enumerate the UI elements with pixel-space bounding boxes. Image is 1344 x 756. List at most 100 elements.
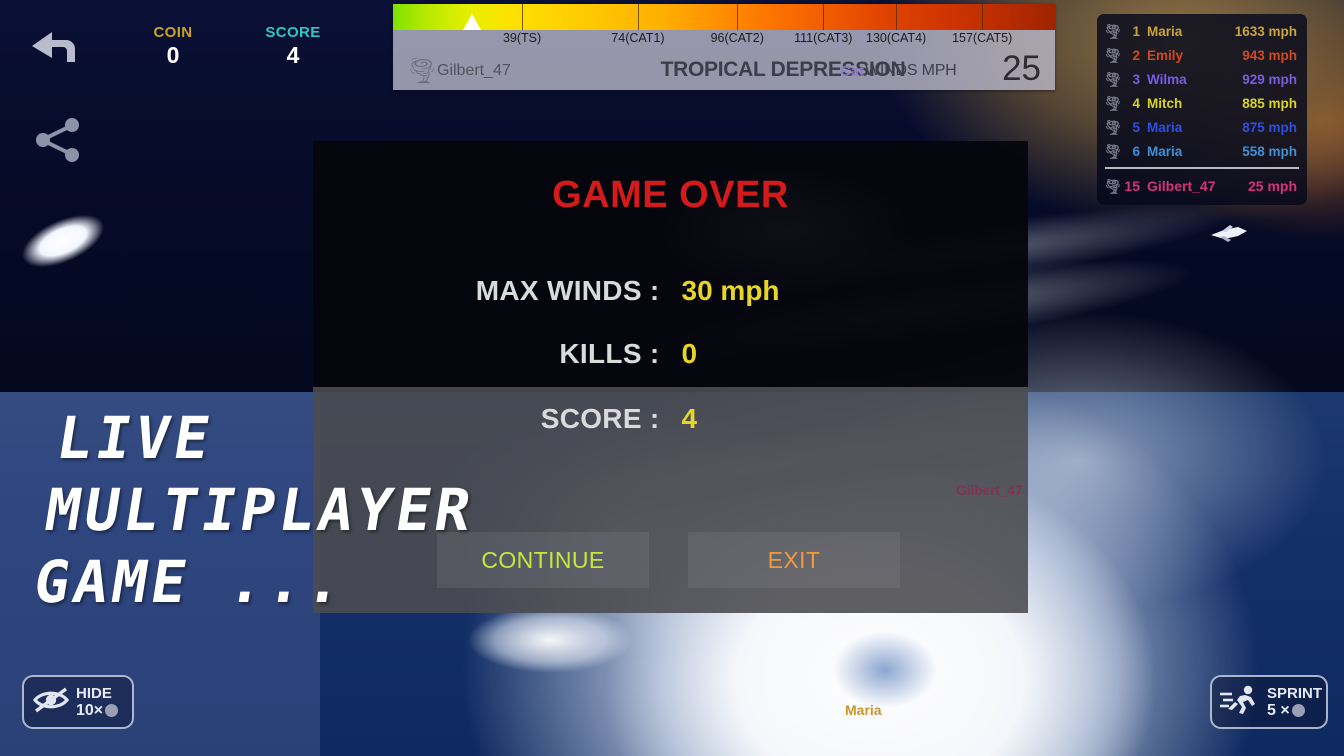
wind-gauge-footer: 🌪 Gilbert_47 TROPICAL DEPRESSION Cat WIN… [393, 49, 1055, 90]
max-winds-row: MAX WINDS : 30 mph [313, 275, 1028, 307]
hurricane-icon: 🌪 [1104, 119, 1122, 135]
wind-scale-tick-line [823, 4, 825, 30]
leaderboard-name: Wilma [1147, 71, 1187, 87]
wind-scale-tick-line [522, 4, 524, 30]
leaderboard-row: 🌪 5 Maria 875 mph [1097, 115, 1307, 139]
wind-marker-icon [463, 14, 482, 30]
hide-count-value: 10× [76, 702, 104, 719]
hurricane-icon: 🌪 [1104, 23, 1122, 39]
sprint-count: 5 × [1267, 702, 1322, 719]
leaderboard-speed: 943 mph [1242, 47, 1297, 63]
leaderboard-rank: 1 [1132, 23, 1140, 39]
score-counter: SCORE 4 [248, 24, 338, 69]
leaderboard-name: Mitch [1147, 95, 1183, 111]
score-value: 4 [286, 42, 300, 68]
leaderboard-speed: 929 mph [1242, 71, 1297, 87]
leaderboard-divider [1105, 167, 1299, 169]
wind-gauge-panel: 39(TS) 74(CAT1) 96(CAT2) 111(CAT3) 130(CAT4)… [393, 4, 1055, 90]
sprint-count-value: 5 × [1267, 702, 1290, 719]
wind-scale-tick-line [896, 4, 898, 30]
winds-mph-label: WINDS MPH [865, 62, 957, 79]
sprint-button-text: SPRINT 5 × [1267, 685, 1322, 719]
wind-scale-tick-label: 111(CAT3) [794, 31, 853, 45]
leaderboard-rows: 🌪 1 Maria 1633 mph 🌪 2 Emily 943 mph 🌪 3 Wilma 929 … [1097, 19, 1307, 163]
player-storm-name: Gilbert_47 [437, 62, 511, 79]
leaderboard-player-entry: 🌪 15 Gilbert_47 25 mph [1097, 173, 1307, 199]
leaderboard-row: 🌪 2 Emily 943 mph [1097, 43, 1307, 67]
leaderboard-rank: 15 [1124, 178, 1140, 194]
leaderboard-speed: 558 mph [1242, 143, 1297, 159]
leaderboard-row: 🌪 3 Wilma 929 mph [1097, 67, 1307, 91]
winds-mph-value: 25 [1002, 49, 1041, 88]
hurricane-icon: 🌪 [1104, 95, 1122, 111]
leaderboard-rank: 5 [1132, 119, 1140, 135]
plane-icon [1208, 224, 1250, 244]
leaderboard-speed: 1633 mph [1234, 23, 1297, 39]
max-winds-value: 30 mph [681, 275, 780, 306]
hide-label: HIDE [76, 685, 112, 702]
live-multiplayer-banner: LIVE MULTIPLAYER GAME ... [29, 402, 633, 618]
wind-scale-bar [393, 4, 1055, 30]
leaderboard-rank: 6 [1132, 143, 1140, 159]
hurricane-icon: 🌪 [1104, 71, 1122, 87]
wind-scale-tick-line [982, 4, 984, 30]
share-icon[interactable] [30, 112, 86, 168]
leaderboard-speed: 875 mph [1242, 119, 1297, 135]
leaderboard-row: 🌪 6 Maria 558 mph [1097, 139, 1307, 163]
hide-button-text: HIDE 10× [76, 685, 119, 719]
running-person-icon [1218, 684, 1262, 721]
wind-scale-tick-label: 96(CAT2) [710, 31, 764, 45]
hurricane-icon: 🌪 [1104, 143, 1122, 159]
ghost-player-name: Gilbert_47 [956, 482, 1023, 498]
kills-value: 0 [681, 338, 698, 369]
leaderboard-name: Maria [1147, 119, 1183, 135]
wind-scale-tick-label: 157(CAT5) [952, 31, 1013, 45]
coin-dot-icon [1291, 704, 1305, 717]
max-winds-label: MAX WINDS : [475, 275, 660, 306]
leaderboard-rank: 4 [1132, 95, 1140, 111]
leaderboard-speed: 25 mph [1247, 178, 1297, 194]
leaderboard-rank: 2 [1132, 47, 1140, 63]
leaderboard-speed: 885 mph [1242, 95, 1297, 111]
leaderboard-name: Gilbert_47 [1147, 178, 1216, 194]
leaderboard-rank: 3 [1132, 71, 1140, 87]
hurricane-icon: 🌪 [406, 57, 438, 85]
leaderboard-row: 🌪 1 Maria 1633 mph [1097, 19, 1307, 43]
coin-dot-icon [105, 704, 119, 717]
wind-scale-tick-label: 39(TS) [502, 31, 542, 45]
banner-line-2: MULTIPLAYER [40, 476, 480, 544]
wind-scale-tick-line [737, 4, 739, 30]
map-storm-label: Maria [845, 702, 882, 718]
leaderboard-panel: 🌪 1 Maria 1633 mph 🌪 2 Emily 943 mph 🌪 3 Wilma 929 … [1097, 14, 1307, 205]
coin-value: 0 [166, 42, 180, 68]
sprint-button[interactable]: SPRINT 5 × [1210, 675, 1328, 729]
leaderboard-player-row: 🌪 15 Gilbert_47 25 mph [1097, 173, 1307, 199]
wind-scale-tick-label: 130(CAT4) [866, 31, 927, 45]
coin-counter: COIN 0 [128, 24, 218, 69]
leaderboard-row: 🌪 4 Mitch 885 mph [1097, 91, 1307, 115]
banner-line-3: GAME ... [29, 548, 352, 616]
wind-scale-tick-label: 74(CAT1) [611, 31, 665, 45]
exit-button[interactable]: EXIT [688, 532, 900, 588]
coin-label: COIN [153, 24, 193, 41]
leaderboard-name: Maria [1147, 143, 1183, 159]
banner-line-1: LIVE [52, 404, 219, 472]
hurricane-icon: 🌪 [1104, 47, 1122, 63]
score-row-value: 4 [681, 403, 698, 434]
leaderboard-name: Emily [1147, 47, 1184, 63]
hurricane-icon: 🌪 [1104, 178, 1122, 194]
ghost-category-text: Cat [840, 63, 865, 80]
wind-scale-tick-labels: 39(TS) 74(CAT1) 96(CAT2) 111(CAT3) 130(CAT4)… [393, 30, 1055, 52]
hide-count: 10× [76, 702, 119, 719]
kills-row: KILLS : 0 [313, 338, 1028, 370]
kills-label: KILLS : [559, 338, 660, 369]
sprint-label: SPRINT [1267, 685, 1323, 702]
back-arrow-icon[interactable] [26, 20, 90, 72]
eye-slash-icon [31, 685, 71, 720]
game-over-title: GAME OVER [552, 174, 789, 216]
leaderboard-name: Maria [1147, 23, 1183, 39]
wind-scale-tick-line [637, 4, 639, 30]
score-label: SCORE [265, 24, 321, 41]
hide-button[interactable]: HIDE 10× [22, 675, 134, 729]
game-screen: Maria COIN 0 SCORE 4 39(TS) 74(CAT1) 96(CA… [0, 0, 1344, 756]
